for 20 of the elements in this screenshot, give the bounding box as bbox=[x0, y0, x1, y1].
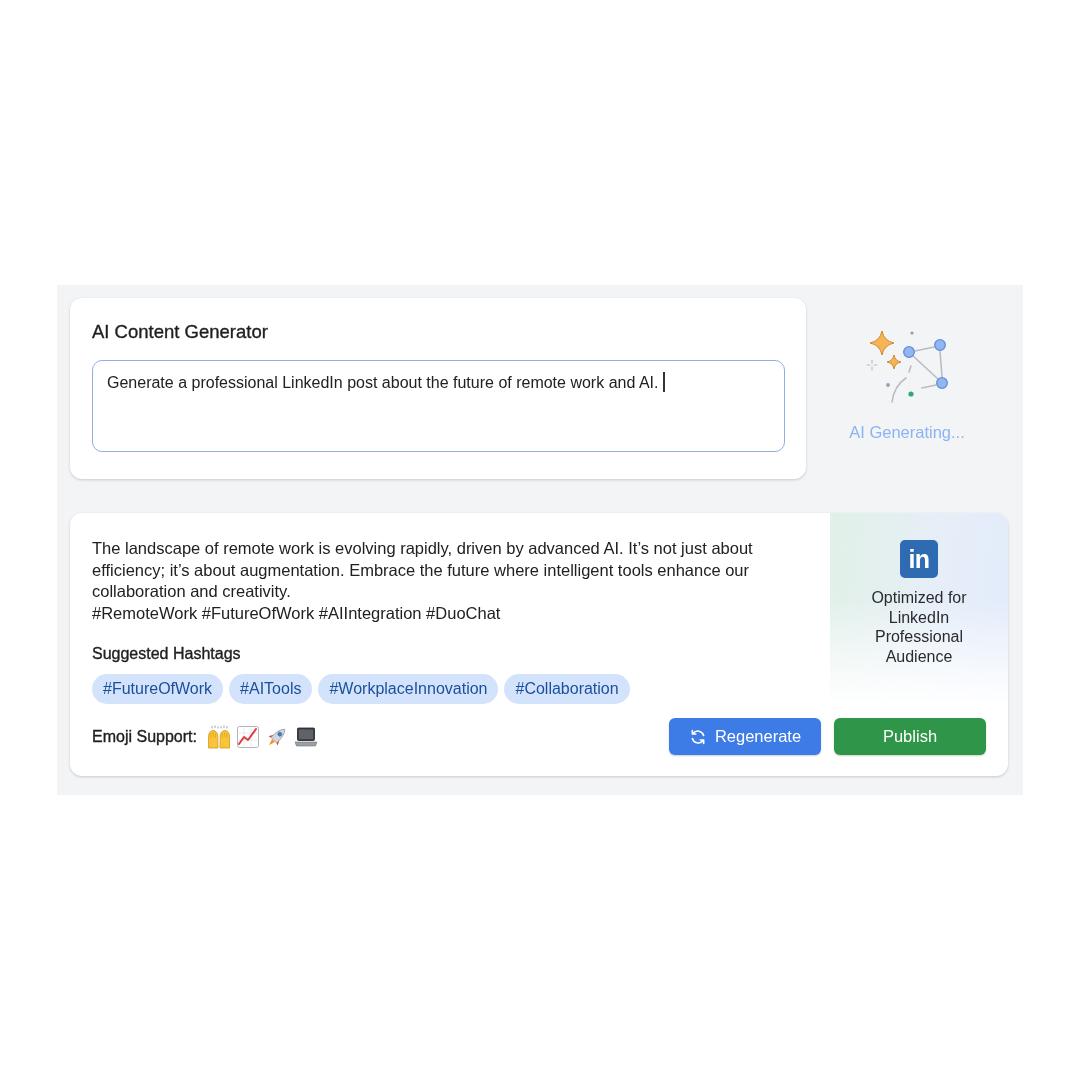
hashtag-chip[interactable]: #Collaboration bbox=[504, 674, 630, 704]
status-label: AI Generating... bbox=[849, 422, 965, 442]
text-cursor-icon bbox=[663, 372, 665, 392]
platform-label: Optimized for LinkedIn Professional Audience bbox=[870, 588, 968, 666]
post-text: The landscape of remote work is evolving rapidly, driven by advanced AI. It’s not just about efficiency; it’s about augmentation. Embrace the future where intelligent tools enhance our collaboration and creativity. bbox=[92, 538, 754, 602]
sparkles-network-icon bbox=[865, 328, 949, 404]
prompt-field[interactable]: Generate a professional LinkedIn post about the future of remote work and AI. bbox=[92, 360, 785, 452]
hashtag-chip[interactable]: #WorkplaceInnovation bbox=[318, 674, 499, 704]
chart-increasing-icon bbox=[235, 724, 260, 749]
emoji-support-label: Emoji Support: bbox=[92, 727, 197, 746]
hashtag-chip[interactable]: #AITools bbox=[229, 674, 313, 704]
post-hashtags: #RemoteWork #FutureOfWork #AIIntegration #DuoChat bbox=[92, 602, 502, 624]
hashtag-chip[interactable]: #FutureOfWork bbox=[92, 674, 224, 704]
laptop-icon bbox=[293, 724, 318, 749]
publish-button[interactable]: Publish bbox=[834, 718, 986, 755]
section-heading: Suggested Hashtags bbox=[92, 644, 241, 664]
raised-hands-icon bbox=[206, 724, 231, 749]
card-title: AI Content Generator bbox=[92, 320, 268, 344]
regenerate-button[interactable]: Regenerate bbox=[669, 718, 821, 755]
platform-logo: in bbox=[900, 540, 938, 578]
